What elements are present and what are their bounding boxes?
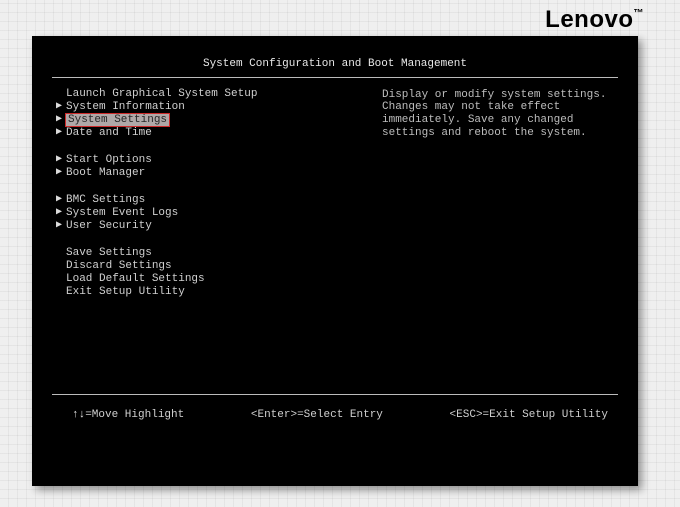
bios-window: System Configuration and Boot Management… — [32, 36, 638, 486]
lenovo-logo: Lenovo™ — [545, 6, 644, 34]
menu-arrow-icon: ▶ — [56, 207, 66, 219]
menu-save-settings[interactable]: ▶ Save Settings — [52, 247, 352, 260]
content-area: ▶ Launch Graphical System Setup ▶ System… — [52, 88, 618, 388]
menu-system-event-logs[interactable]: ▶ System Event Logs — [52, 207, 352, 220]
menu-group-main: ▶ Launch Graphical System Setup ▶ System… — [52, 88, 352, 140]
menu-group-exit: ▶ Save Settings ▶ Discard Settings ▶ Loa… — [52, 247, 352, 299]
menu-arrow-icon: ▶ — [56, 114, 66, 126]
menu-arrow-icon: ▶ — [56, 101, 66, 113]
divider-top — [52, 77, 618, 78]
page-title: System Configuration and Boot Management — [203, 58, 467, 70]
menu-discard-settings[interactable]: ▶ Discard Settings — [52, 260, 352, 273]
menu-system-information[interactable]: ▶ System Information — [52, 101, 352, 114]
menu-group-admin: ▶ BMC Settings ▶ System Event Logs ▶ Use… — [52, 194, 352, 233]
menu-arrow-icon: ▶ — [56, 220, 66, 232]
menu-group-boot: ▶ Start Options ▶ Boot Manager — [52, 154, 352, 180]
menu-load-default-settings[interactable]: ▶ Load Default Settings — [52, 273, 352, 286]
hint-select: <Enter>=Select Entry — [251, 409, 383, 422]
hint-move: ↑↓=Move Highlight — [72, 409, 184, 422]
menu-start-options[interactable]: ▶ Start Options — [52, 154, 352, 167]
help-pane: Display or modify system settings. Chang… — [382, 88, 618, 388]
menu-date-and-time[interactable]: ▶ Date and Time — [52, 127, 352, 140]
trademark: ™ — [634, 8, 645, 19]
menu-arrow-icon: ▶ — [56, 194, 66, 206]
menu-user-security[interactable]: ▶ User Security — [52, 220, 352, 233]
menu-pane: ▶ Launch Graphical System Setup ▶ System… — [52, 88, 352, 388]
menu-arrow-icon: ▶ — [56, 127, 66, 139]
menu-boot-manager[interactable]: ▶ Boot Manager — [52, 167, 352, 180]
menu-bmc-settings[interactable]: ▶ BMC Settings — [52, 194, 352, 207]
key-hints: ↑↓=Move Highlight <Enter>=Select Entry <… — [52, 405, 618, 422]
menu-system-settings[interactable]: ▶ System Settings — [52, 114, 352, 127]
menu-exit-setup-utility[interactable]: ▶ Exit Setup Utility — [52, 286, 352, 299]
menu-launch-graphical-setup[interactable]: ▶ Launch Graphical System Setup — [52, 88, 352, 101]
help-text: Display or modify system settings. Chang… — [382, 89, 606, 139]
menu-arrow-icon: ▶ — [56, 154, 66, 166]
menu-arrow-icon: ▶ — [56, 167, 66, 179]
divider-bottom — [52, 394, 618, 395]
hint-exit: <ESC>=Exit Setup Utility — [450, 409, 608, 422]
